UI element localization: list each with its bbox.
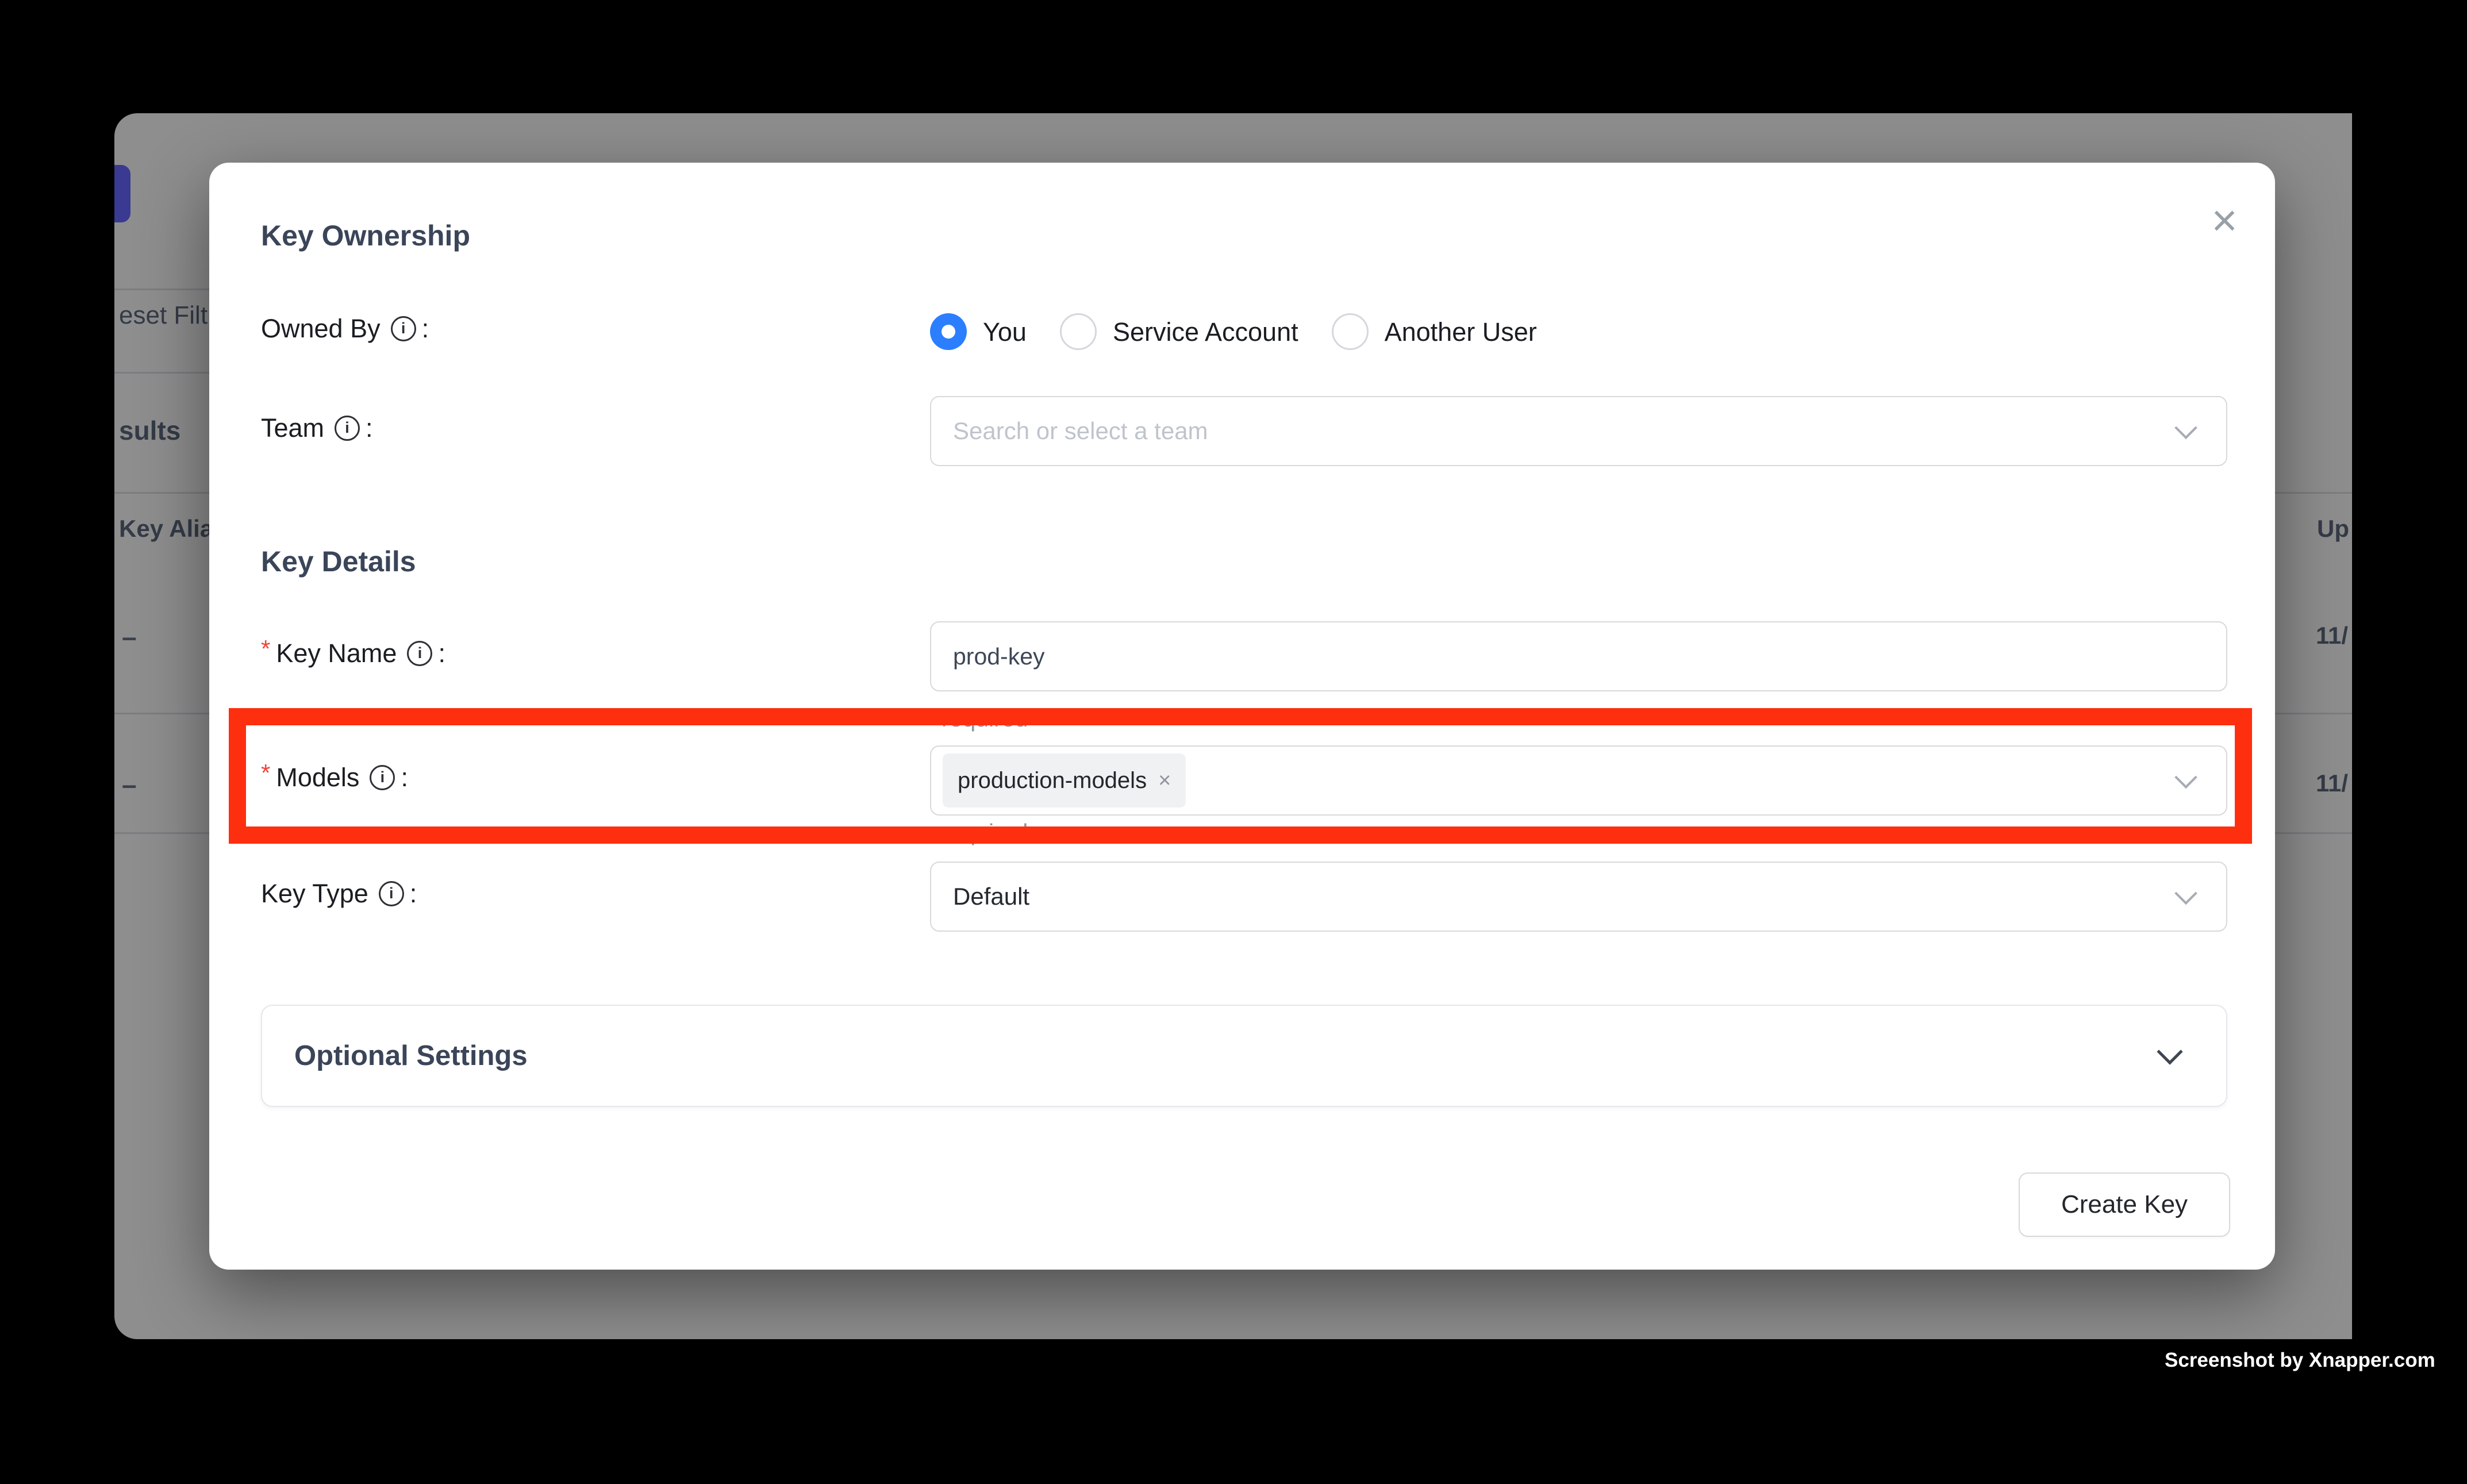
close-icon[interactable]: × <box>2196 191 2253 249</box>
screenshot-stage: eset Filt sults Key Alia Up – 11/ – 11/ … <box>0 0 2467 1484</box>
key-type-label-text: Key Type <box>261 881 368 906</box>
chevron-down-icon <box>2174 766 2197 789</box>
radio-owned-by-service-account[interactable]: Service Account <box>1060 313 1298 350</box>
owned-by-radio-group: You Service Account Another User <box>930 313 1570 350</box>
table-cell-dash: – <box>122 621 137 653</box>
table-header-updated-clipped: Up <box>2317 514 2349 543</box>
key-name-validation-text: required <box>942 705 1028 732</box>
team-select[interactable]: Search or select a team <box>930 396 2227 466</box>
table-cell-date-clipped: 11/ <box>2316 621 2348 650</box>
team-label-text: Team <box>261 415 324 441</box>
info-icon[interactable] <box>391 316 416 341</box>
section-heading-key-details: Key Details <box>261 544 416 579</box>
owned-by-label-text: Owned By <box>261 316 381 341</box>
models-validation-text: required <box>942 819 1028 846</box>
key-type-select[interactable]: Default <box>930 862 2227 932</box>
chevron-down-icon <box>2157 1039 2182 1064</box>
owned-by-label: Owned By : <box>261 316 429 341</box>
chevron-down-icon <box>2174 882 2197 905</box>
radio-unselected-icon[interactable] <box>1332 313 1369 350</box>
team-select-placeholder: Search or select a team <box>931 419 1208 443</box>
radio-label-you: You <box>983 319 1027 345</box>
radio-label-another-user: Another User <box>1385 319 1537 345</box>
create-key-modal: × Key Ownership Owned By : You Service A… <box>209 163 2275 1270</box>
label-colon: : <box>438 640 445 666</box>
models-label: * Models : <box>261 764 408 790</box>
reset-filters-button-clipped: eset Filt <box>119 301 207 331</box>
required-asterisk: * <box>261 761 270 785</box>
key-name-input-value: prod-key <box>931 645 1045 668</box>
label-colon: : <box>410 881 417 906</box>
optional-settings-panel[interactable]: Optional Settings <box>261 1005 2227 1107</box>
label-colon: : <box>366 415 373 441</box>
label-colon: : <box>422 316 429 341</box>
key-type-label: Key Type : <box>261 881 417 906</box>
models-tag-text: production-models <box>958 769 1147 792</box>
models-select[interactable]: production-models × <box>930 745 2227 816</box>
table-cell-dash: – <box>122 769 137 801</box>
clipped-primary-button <box>114 165 130 222</box>
key-name-label-text: Key Name <box>276 640 397 666</box>
team-label: Team : <box>261 415 373 441</box>
key-name-input[interactable]: prod-key <box>930 621 2227 691</box>
radio-label-service-account: Service Account <box>1113 319 1298 345</box>
chevron-down-icon <box>2174 417 2197 440</box>
optional-settings-title: Optional Settings <box>294 1042 528 1070</box>
radio-selected-icon[interactable] <box>930 313 967 350</box>
radio-unselected-icon[interactable] <box>1060 313 1097 350</box>
info-icon[interactable] <box>370 765 395 790</box>
required-asterisk: * <box>261 637 270 661</box>
radio-owned-by-another-user[interactable]: Another User <box>1332 313 1537 350</box>
tag-remove-icon[interactable]: × <box>1158 770 1171 791</box>
info-icon[interactable] <box>335 416 360 441</box>
results-count-clipped: sults <box>119 415 180 447</box>
create-key-button[interactable]: Create Key <box>2019 1172 2230 1237</box>
info-icon[interactable] <box>407 641 432 666</box>
table-cell-date-clipped: 11/ <box>2316 769 2348 798</box>
key-name-label: * Key Name : <box>261 640 445 666</box>
key-type-select-value: Default <box>931 885 1029 909</box>
table-header-key-alias-clipped: Key Alia <box>119 514 213 543</box>
info-icon[interactable] <box>379 881 404 906</box>
models-label-text: Models <box>276 764 359 790</box>
section-heading-key-ownership: Key Ownership <box>261 218 470 253</box>
models-tag[interactable]: production-models × <box>943 753 1186 808</box>
label-colon: : <box>401 764 408 790</box>
radio-owned-by-you[interactable]: You <box>930 313 1027 350</box>
watermark-text: Screenshot by Xnapper.com <box>2165 1348 2435 1372</box>
